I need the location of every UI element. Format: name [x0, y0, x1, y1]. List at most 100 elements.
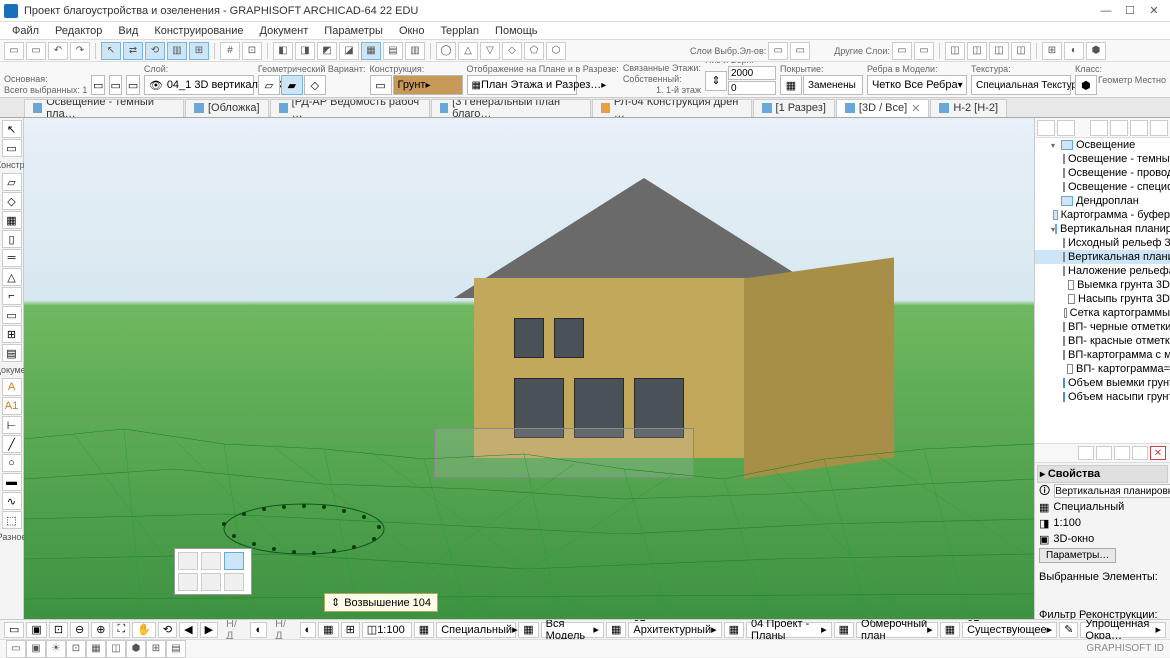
bb-1[interactable]: ▭ — [6, 640, 26, 658]
layer-dropdown[interactable]: 👁04_1 3D вертикалка (КО) ▸ — [144, 75, 254, 95]
action-4[interactable] — [1132, 446, 1148, 460]
tree-item-15[interactable]: ВП-картограмма с маркера — [1035, 348, 1170, 362]
nav-btn-1[interactable] — [1037, 120, 1055, 136]
tool-b1[interactable]: ◯ — [436, 42, 456, 60]
tool-circle[interactable]: ○ — [2, 454, 22, 472]
tree-item-9[interactable]: Наложение рельефа 3D — [1035, 264, 1170, 278]
layer-btn4[interactable]: ▭ — [914, 42, 934, 60]
tool-mirror[interactable]: ▥ — [167, 42, 187, 60]
tab-0[interactable]: Освещение - темный пла… — [24, 99, 184, 117]
tree-item-10[interactable]: Выемка грунта 3D — [1035, 278, 1170, 292]
sb-sp4[interactable]: ▦ — [724, 622, 744, 638]
menu-help[interactable]: Помощь — [487, 25, 546, 37]
tool-window[interactable]: ▭ — [2, 306, 22, 324]
sb-m2[interactable]: ◐ — [300, 622, 317, 638]
widget-w5[interactable] — [201, 573, 221, 591]
sb-3[interactable]: ⊡ — [49, 622, 68, 638]
tree-item-8[interactable]: Вертикальная планировка — [1035, 250, 1170, 264]
bb-6[interactable]: ◫ — [106, 640, 126, 658]
tool-select[interactable]: ↖ — [2, 120, 22, 138]
tool-fill[interactable]: ▬ — [2, 473, 22, 491]
3d-viewport[interactable]: ⇕ Возвышение 104 — [24, 118, 1034, 639]
bb-5[interactable]: ▦ — [86, 640, 106, 658]
tool-open[interactable]: ▭ — [26, 42, 46, 60]
tree-item-11[interactable]: Насыпь грунта 3D — [1035, 292, 1170, 306]
tool-arrow[interactable]: ↖ — [101, 42, 121, 60]
bb-2[interactable]: ▣ — [26, 640, 46, 658]
sel-icon-1[interactable]: ▭ — [91, 75, 104, 95]
geom-3[interactable]: ◇ — [304, 75, 326, 95]
tool-rotate[interactable]: ⟲ — [145, 42, 165, 60]
brand-label[interactable]: GRAPHISOFT ID — [1086, 643, 1164, 654]
tool-column[interactable]: ▯ — [2, 230, 22, 248]
tool-snap[interactable]: ⊞ — [189, 42, 209, 60]
tool-wall[interactable]: ▱ — [2, 173, 22, 191]
widget-w6[interactable] — [224, 573, 244, 591]
tool-beam[interactable]: ═ — [2, 249, 22, 267]
sb-pan[interactable]: ✋ — [132, 622, 156, 638]
action-2[interactable] — [1096, 446, 1112, 460]
view-name-input[interactable] — [1054, 484, 1170, 498]
sb-sp6[interactable]: ▦ — [940, 622, 960, 638]
tool-text[interactable]: A — [2, 378, 22, 396]
sb-orbit[interactable]: ⟲ — [158, 622, 177, 638]
tool-dim[interactable]: ⊢ — [2, 416, 22, 434]
bb-8[interactable]: ⊞ — [146, 640, 166, 658]
tool-d3[interactable]: ⬢ — [1086, 42, 1106, 60]
tab-1[interactable]: [Обложка] — [185, 99, 269, 117]
tool-b3[interactable]: ▽ — [480, 42, 500, 60]
action-1[interactable] — [1078, 446, 1094, 460]
tool-c4[interactable]: ◫ — [1011, 42, 1031, 60]
action-3[interactable] — [1114, 446, 1130, 460]
bb-9[interactable]: ▤ — [166, 640, 186, 658]
tool-roof[interactable]: △ — [2, 268, 22, 286]
sb-next[interactable]: ▶ — [200, 622, 218, 638]
sb-special[interactable]: Специальный ▸ — [436, 622, 516, 638]
tool-marquee[interactable]: ▭ — [2, 139, 22, 157]
tool-label[interactable]: A1 — [2, 397, 22, 415]
tab-4[interactable]: РЛ-04 Конструкция дрен … — [592, 99, 752, 117]
tab-2[interactable]: [РД-АР Ведомость рабоч … — [270, 99, 430, 117]
sb-sp3[interactable]: ▦ — [606, 622, 626, 638]
sb-plan[interactable]: Обмерочный план ▸ — [856, 622, 938, 638]
tree-item-5[interactable]: Картограмма - буфер — [1035, 208, 1170, 222]
sb-m3[interactable]: ▦ — [318, 622, 338, 638]
tool-mesh[interactable]: ▦ — [2, 211, 22, 229]
sb-exist[interactable]: 01 Существующее … ▸ — [962, 622, 1057, 638]
menu-editor[interactable]: Редактор — [47, 25, 110, 37]
tool-new[interactable]: ▭ — [4, 42, 24, 60]
tool-grid2[interactable]: ⊡ — [242, 42, 262, 60]
tool-c3[interactable]: ◫ — [989, 42, 1009, 60]
tool-undo[interactable]: ↶ — [48, 42, 68, 60]
constr-dropdown[interactable]: Грунт ▸ — [393, 75, 463, 95]
tab-5[interactable]: [1 Разрез] — [753, 99, 835, 117]
tool-zone[interactable]: ⬚ — [2, 511, 22, 529]
tool-b5[interactable]: ⬠ — [524, 42, 544, 60]
bb-4[interactable]: ⊡ — [66, 640, 86, 658]
sb-model[interactable]: Вся Модель ▸ — [541, 622, 604, 638]
close-button[interactable]: ✕ — [1142, 2, 1166, 20]
menu-document[interactable]: Документ — [252, 25, 317, 37]
class-icon[interactable]: ⬢ — [1075, 75, 1097, 95]
tool-a3[interactable]: ◩ — [317, 42, 337, 60]
sb-sp1[interactable]: ▦ — [414, 622, 434, 638]
tool-a6[interactable]: ▤ — [383, 42, 403, 60]
sb-2[interactable]: ▣ — [26, 622, 46, 638]
tool-stair[interactable]: ▤ — [2, 344, 22, 362]
tool-a7[interactable]: ▥ — [405, 42, 425, 60]
tool-spline[interactable]: ∿ — [2, 492, 22, 510]
tab-7[interactable]: Н-2 [Н-2] — [930, 99, 1007, 117]
tool-a4[interactable]: ◪ — [339, 42, 359, 60]
sb-fit[interactable]: ⛶ — [112, 622, 130, 638]
tree-item-16[interactable]: ВП- картограмма= — [1035, 362, 1170, 376]
tree-item-3[interactable]: Освещение - специфика — [1035, 180, 1170, 194]
sel-elem-2[interactable] — [1059, 586, 1075, 600]
tool-a2[interactable]: ◨ — [295, 42, 315, 60]
tool-a1[interactable]: ◧ — [273, 42, 293, 60]
navigator-tree[interactable]: ▾ОсвещениеОсвещение - темный плаОсвещени… — [1035, 138, 1170, 443]
coating-value[interactable]: Заменены — [803, 75, 863, 95]
tool-b2[interactable]: △ — [458, 42, 478, 60]
sb-sp5[interactable]: ▦ — [834, 622, 854, 638]
menu-terplan[interactable]: Teрplan — [433, 25, 488, 37]
tool-c2[interactable]: ◫ — [967, 42, 987, 60]
